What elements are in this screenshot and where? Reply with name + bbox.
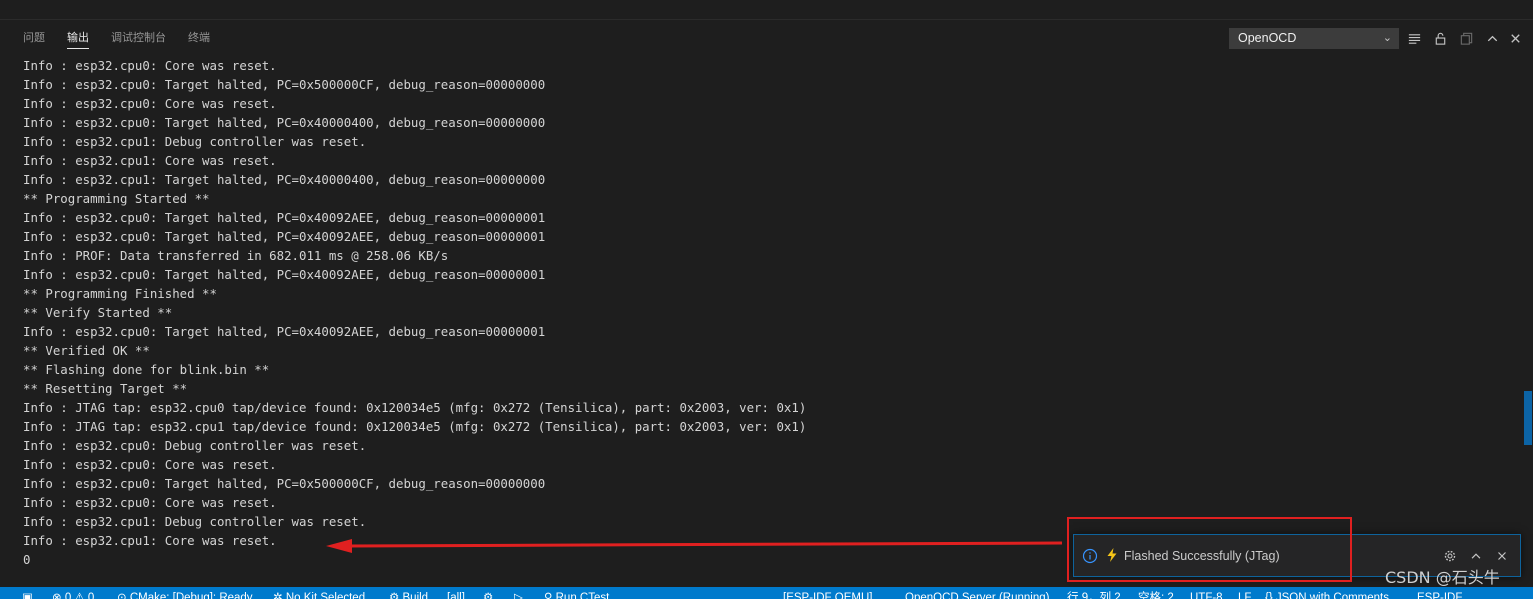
status-cmake[interactable]: ⊙ CMake: [Debug]: Ready	[117, 591, 253, 599]
close-panel-icon[interactable]	[1506, 29, 1524, 47]
output-line: Info : esp32.cpu0: Target halted, PC=0x4…	[23, 324, 546, 339]
status-encoding[interactable]: UTF-8	[1190, 591, 1223, 599]
maximize-panel-icon[interactable]	[1483, 29, 1501, 47]
copy-icon[interactable]	[1457, 29, 1475, 47]
close-icon[interactable]	[1493, 547, 1511, 565]
panel-header: 问题 输出 调试控制台 终端 OpenOCD ⌄	[0, 21, 1533, 55]
status-target-all[interactable]: [all]	[447, 591, 465, 599]
output-line: Info : esp32.cpu1: Debug controller was …	[23, 514, 367, 529]
tab-output[interactable]: 输出	[56, 21, 100, 55]
output-line: Info : esp32.cpu0: Core was reset.	[23, 96, 277, 111]
output-line: Info : esp32.cpu1: Core was reset.	[23, 533, 277, 548]
output-line: ** Verify Started **	[23, 305, 173, 320]
tab-debug-console[interactable]: 调试控制台	[100, 21, 177, 55]
scrollbar-thumb[interactable]	[1524, 391, 1532, 445]
watermark: CSDN @石头牛	[1385, 568, 1500, 587]
tab-terminal[interactable]: 终端	[177, 21, 221, 55]
output-line: Info : esp32.cpu0: Core was reset.	[23, 457, 277, 472]
output-line: Info : esp32.cpu1: Debug controller was …	[23, 134, 367, 149]
panel-tabs: 问题 输出 调试控制台 终端	[12, 21, 221, 55]
chevron-up-icon[interactable]	[1467, 547, 1485, 565]
output-line: Info : esp32.cpu0: Core was reset.	[23, 58, 277, 73]
status-openocd-server[interactable]: OpenOCD Server (Running)	[905, 591, 1049, 599]
output-line: ** Verified OK **	[23, 343, 150, 358]
output-line: Info : esp32.cpu0: Target halted, PC=0x4…	[23, 229, 546, 244]
output-line: Info : esp32.cpu0: Target halted, PC=0x5…	[23, 77, 546, 92]
output-view[interactable]: Info : esp32.cpu0: Core was reset. Info …	[0, 55, 1522, 587]
status-bar: ▣ ⊗ 0 ⚠ 0 ⊙ CMake: [Debug]: Ready ✲ No K…	[0, 587, 1533, 599]
output-line: Info : JTAG tap: esp32.cpu0 tap/device f…	[23, 400, 807, 415]
output-line: 0	[23, 552, 31, 567]
output-line: Info : JTAG tap: esp32.cpu1 tap/device f…	[23, 419, 807, 434]
output-line: ** Programming Started **	[23, 191, 210, 206]
output-line: ** Flashing done for blink.bin **	[23, 362, 270, 377]
output-scrollbar[interactable]	[1522, 55, 1533, 587]
annotation-arrow	[326, 539, 1063, 553]
status-kit[interactable]: ✲ No Kit Selected	[273, 591, 365, 599]
output-line: ** Resetting Target **	[23, 381, 188, 396]
status-language-mode[interactable]: {} JSON with Comments	[1265, 591, 1389, 599]
output-line: Info : esp32.cpu0: Target halted, PC=0x4…	[23, 267, 546, 282]
status-esp-idf[interactable]: ESP-IDF	[1417, 591, 1462, 599]
output-line: Info : esp32.cpu0: Target halted, PC=0x4…	[23, 210, 546, 225]
status-problems[interactable]: ⊗ 0 ⚠ 0	[52, 591, 94, 599]
output-line: Info : esp32.cpu1: Core was reset.	[23, 153, 277, 168]
status-debug-icon[interactable]: ⚙	[483, 591, 493, 599]
status-esp-idf-qemu[interactable]: [ESP-IDF QEMU]	[783, 591, 872, 599]
status-run-ctest[interactable]: ⚲ Run CTest	[544, 591, 609, 599]
tab-problems[interactable]: 问题	[12, 21, 56, 55]
list-filter-icon[interactable]	[1405, 29, 1423, 47]
status-run-icon[interactable]: ▷	[514, 591, 523, 599]
lock-icon[interactable]	[1431, 29, 1449, 47]
status-build[interactable]: ⚙ Build	[389, 591, 428, 599]
chevron-down-icon: ⌄	[1382, 32, 1392, 44]
status-cursor-position[interactable]: 行 9，列 2	[1067, 591, 1121, 599]
status-remote-icon[interactable]: ▣	[22, 591, 33, 599]
editor-top-strip	[0, 0, 1533, 20]
lightning-bolt-icon	[1107, 548, 1117, 562]
info-icon	[1082, 548, 1098, 564]
output-line: ** Programming Finished **	[23, 286, 217, 301]
status-line-ending[interactable]: LF	[1238, 591, 1251, 599]
output-line: Info : esp32.cpu1: Target halted, PC=0x4…	[23, 172, 546, 187]
gear-icon[interactable]	[1441, 547, 1459, 565]
output-line: Info : PROF: Data transferred in 682.011…	[23, 248, 449, 263]
output-line: Info : esp32.cpu0: Target halted, PC=0x5…	[23, 476, 546, 491]
output-line: Info : esp32.cpu0: Debug controller was …	[23, 438, 367, 453]
output-channel-select[interactable]: OpenOCD ⌄	[1229, 28, 1399, 49]
output-line: Info : esp32.cpu0: Target halted, PC=0x4…	[23, 115, 546, 130]
notification-message: Flashed Successfully (JTag)	[1124, 549, 1280, 563]
output-channel-value: OpenOCD	[1238, 31, 1297, 45]
output-line: Info : esp32.cpu0: Core was reset.	[23, 495, 277, 510]
status-indentation[interactable]: 空格: 2	[1138, 591, 1174, 599]
